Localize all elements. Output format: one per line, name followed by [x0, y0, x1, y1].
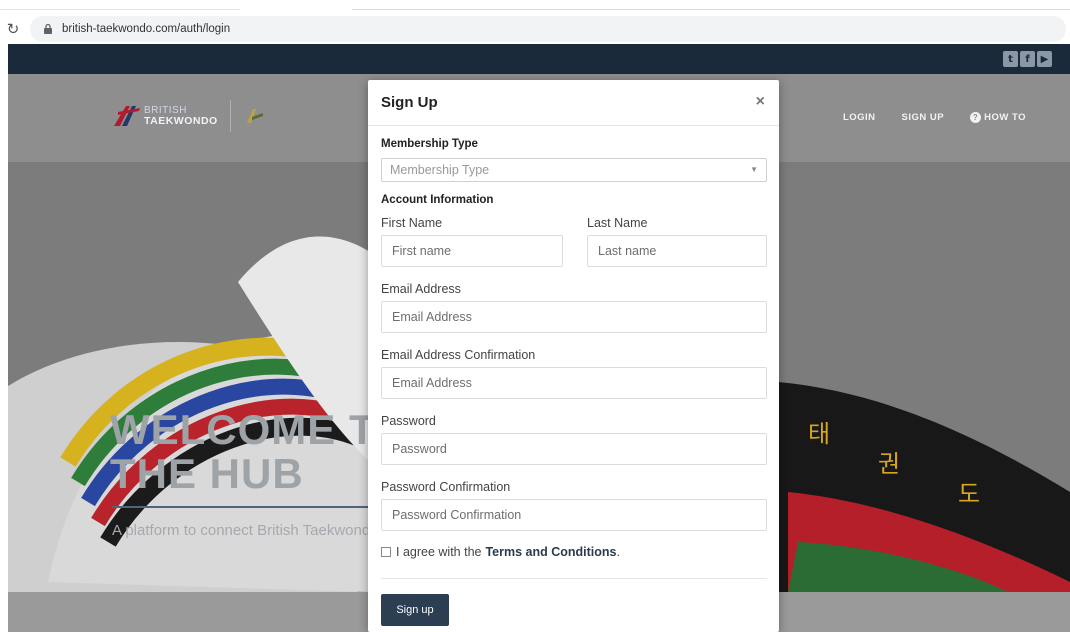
logo-line-2: TAEKWONDO [144, 115, 218, 127]
account-section-label: Account Information [381, 194, 494, 206]
hero-divider [112, 506, 374, 508]
email-input[interactable] [381, 301, 767, 333]
last-name-input[interactable] [587, 235, 767, 267]
site-logo[interactable]: BRITISH TAEKWONDO [112, 100, 267, 132]
logo-divider [229, 100, 231, 132]
logo-text: BRITISH TAEKWONDO [144, 105, 218, 127]
tab-inactive[interactable] [352, 9, 1070, 12]
last-name-label: Last Name [587, 216, 648, 230]
hero-title-line-2: THE HUB [110, 450, 304, 497]
nav-links: LOGIN SIGN UP ? HOW TO [843, 112, 1026, 123]
email-confirm-input[interactable] [381, 367, 767, 399]
tab-strip [0, 0, 1070, 14]
nav-howto[interactable]: ? HOW TO [970, 112, 1026, 123]
url-text: british-taekwondo.com/auth/login [62, 23, 231, 35]
svg-text:도: 도 [958, 480, 980, 508]
question-icon: ? [970, 112, 982, 123]
twitter-icon[interactable]: t [1003, 51, 1018, 67]
hero-subtitle: A platform to connect British Taekwondo [112, 522, 379, 539]
membership-type-select[interactable]: Membership Type ▼ [381, 158, 767, 182]
modal-divider [381, 578, 767, 579]
tab-active[interactable] [0, 9, 240, 12]
sign-up-button[interactable]: Sign up [381, 594, 449, 626]
nav-howto-label: HOW TO [984, 112, 1026, 123]
first-name-label: First Name [381, 216, 443, 230]
facebook-icon[interactable]: f [1020, 51, 1035, 67]
nav-signup[interactable]: SIGN UP [902, 112, 945, 123]
signup-modal: Sign Up × Membership Type Membership Typ… [368, 80, 779, 632]
terms-link[interactable]: Terms and Conditions [485, 545, 616, 559]
social-icons: t f ▶ [1003, 51, 1052, 67]
terms-checkbox[interactable] [381, 547, 391, 557]
lock-icon [44, 23, 52, 34]
email-label: Email Address [381, 282, 461, 296]
terms-suffix: . [616, 545, 620, 559]
address-bar[interactable]: british-taekwondo.com/auth/login [30, 16, 1066, 42]
chevron-down-icon: ▼ [750, 165, 758, 174]
svg-text:태: 태 [808, 420, 830, 448]
svg-text:권: 권 [878, 450, 900, 478]
reload-icon[interactable]: ↻ [0, 20, 26, 38]
first-name-input[interactable] [381, 235, 563, 267]
taekwondo-logo-icon [114, 106, 140, 126]
modal-title: Sign Up [381, 94, 438, 111]
terms-row: I agree with the Terms and Conditions. [381, 545, 620, 559]
social-bar: t f ▶ [8, 44, 1070, 74]
password-label: Password [381, 414, 436, 428]
membership-select-value: Membership Type [390, 163, 490, 177]
terms-prefix: I agree with the [396, 545, 482, 559]
youtube-icon[interactable]: ▶ [1037, 51, 1052, 67]
close-icon[interactable]: × [756, 93, 765, 111]
nav-login[interactable]: LOGIN [843, 112, 876, 123]
password-input[interactable] [381, 433, 767, 465]
address-row: ↻ british-taekwondo.com/auth/login [0, 14, 1070, 44]
hero-title-line-1: WELCOME TO [110, 406, 409, 453]
modal-header: Sign Up × [368, 80, 779, 126]
global-logo-icon [246, 109, 263, 123]
password-confirm-input[interactable] [381, 499, 767, 531]
browser-chrome: ↻ british-taekwondo.com/auth/login [0, 0, 1070, 44]
hero-title: WELCOME TO THE HUB [110, 408, 409, 496]
password-confirm-label: Password Confirmation [381, 480, 511, 494]
email-confirm-label: Email Address Confirmation [381, 348, 536, 362]
membership-section-label: Membership Type [381, 138, 478, 150]
